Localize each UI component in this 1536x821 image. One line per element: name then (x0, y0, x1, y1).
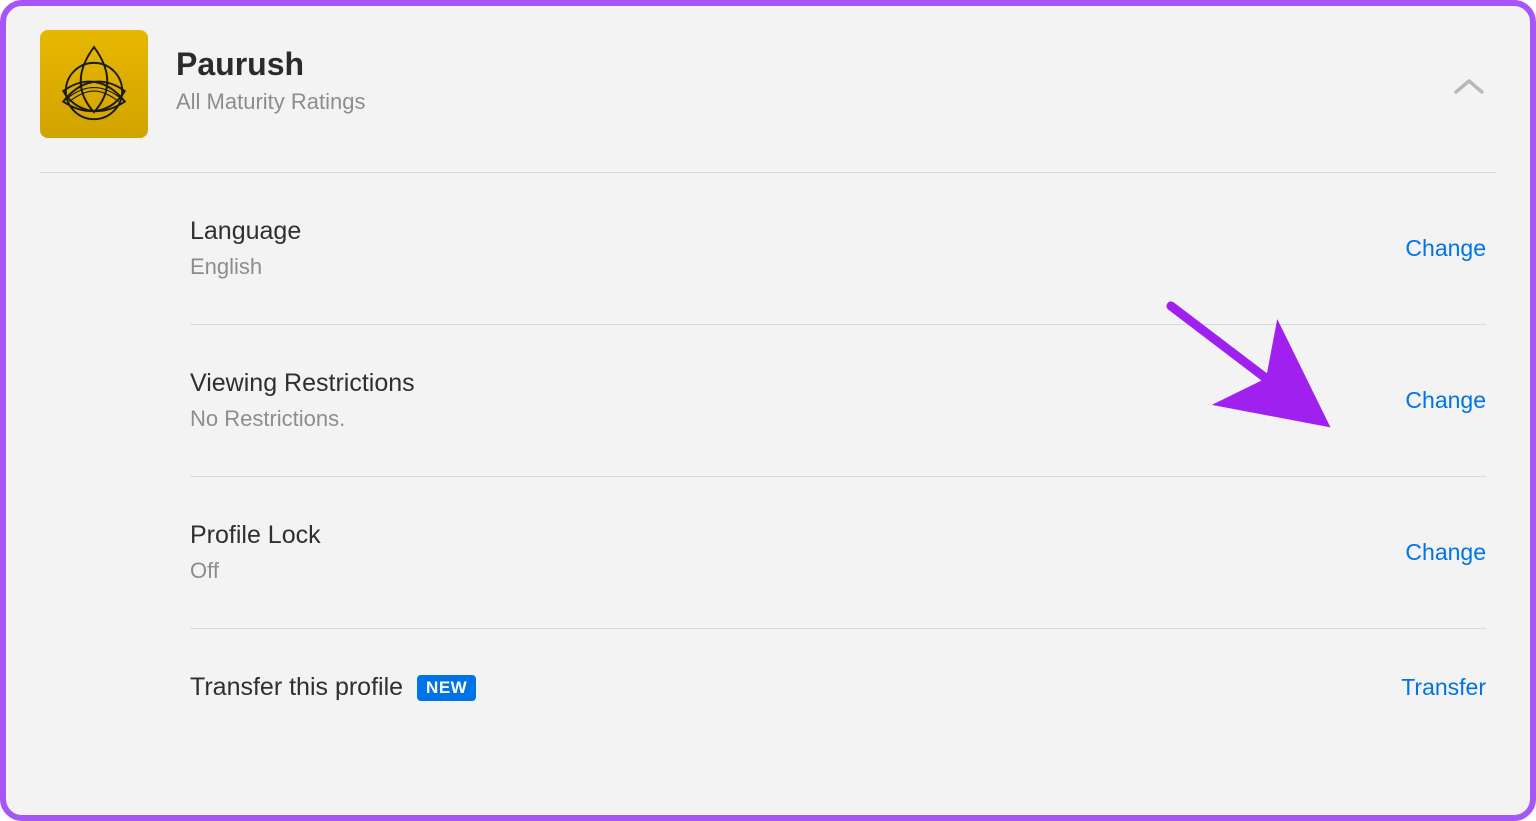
profile-lock-value: Off (190, 558, 321, 584)
profile-settings-panel: Paurush All Maturity Ratings Language En… (0, 0, 1536, 821)
language-title: Language (190, 217, 301, 246)
change-profile-lock-link[interactable]: Change (1405, 539, 1486, 566)
profile-name: Paurush (176, 46, 366, 83)
transfer-profile-link[interactable]: Transfer (1401, 674, 1486, 701)
collapse-chevron-icon[interactable] (1452, 76, 1486, 103)
row-language: Language English Change (190, 173, 1486, 325)
settings-list: Language English Change Viewing Restrict… (40, 173, 1496, 746)
row-profile-lock: Profile Lock Off Change (190, 477, 1486, 629)
viewing-restrictions-title: Viewing Restrictions (190, 369, 415, 398)
profile-header[interactable]: Paurush All Maturity Ratings (40, 30, 1496, 173)
row-viewing-restrictions: Viewing Restrictions No Restrictions. Ch… (190, 325, 1486, 477)
language-value: English (190, 254, 301, 280)
profile-lock-title: Profile Lock (190, 521, 321, 550)
change-viewing-restrictions-link[interactable]: Change (1405, 387, 1486, 414)
viewing-restrictions-value: No Restrictions. (190, 406, 415, 432)
transfer-profile-title: Transfer this profile (190, 673, 403, 702)
change-language-link[interactable]: Change (1405, 235, 1486, 262)
row-transfer-profile: Transfer this profile NEW Transfer (190, 629, 1486, 746)
profile-maturity: All Maturity Ratings (176, 89, 366, 115)
new-badge: NEW (417, 675, 476, 701)
profile-avatar (40, 30, 148, 138)
triquetra-icon (50, 40, 138, 128)
profile-header-text: Paurush All Maturity Ratings (176, 30, 366, 115)
